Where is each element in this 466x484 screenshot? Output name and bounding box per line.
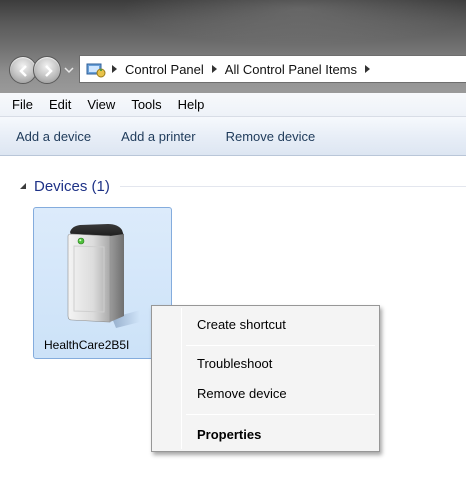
arrow-right-icon [45,65,53,77]
collapse-triangle-icon[interactable] [18,181,28,191]
add-printer-button[interactable]: Add a printer [121,129,195,144]
troubleshoot-menu-item[interactable]: Troubleshoot [197,356,272,371]
breadcrumb-all-control-panel-items[interactable]: All Control Panel Items [225,62,357,77]
menu-file[interactable]: File [4,97,41,112]
menu-edit[interactable]: Edit [41,97,79,112]
control-panel-icon [86,63,106,78]
devices-group-header[interactable]: Devices (1) [18,175,466,197]
device-label: HealthCare2B5I [44,338,130,352]
external-drive-icon [67,224,140,328]
context-menu-gutter [181,308,182,449]
menu-bar: File Edit View Tools Help [0,93,466,117]
group-divider [119,185,466,187]
breadcrumb-separator-icon[interactable] [365,65,371,73]
group-title: Devices (1) [34,177,110,195]
arrow-left-icon [19,65,27,77]
menu-view[interactable]: View [79,97,123,112]
menu-tools[interactable]: Tools [123,97,169,112]
address-bar[interactable]: Control Panel All Control Panel Items [79,55,466,83]
create-shortcut-menu-item[interactable]: Create shortcut [197,317,286,332]
add-device-button[interactable]: Add a device [16,129,91,144]
properties-menu-item[interactable]: Properties [197,427,261,442]
context-menu: Create shortcut Troubleshoot Remove devi… [151,305,380,452]
breadcrumb-separator-icon[interactable] [112,65,117,73]
command-bar: Add a device Add a printer Remove device [0,117,466,156]
titlebar-glow [120,0,466,46]
remove-device-button[interactable]: Remove device [226,129,316,144]
forward-button[interactable] [33,56,61,84]
window-titlebar: Control Panel All Control Panel Items [0,0,466,93]
recent-pages-dropdown-icon[interactable] [64,66,74,74]
context-menu-separator [186,414,375,415]
remove-device-menu-item[interactable]: Remove device [197,386,287,401]
breadcrumb-separator-icon[interactable] [211,65,217,73]
breadcrumb-control-panel[interactable]: Control Panel [125,62,204,77]
menu-help[interactable]: Help [170,97,213,112]
context-menu-separator [186,345,375,346]
